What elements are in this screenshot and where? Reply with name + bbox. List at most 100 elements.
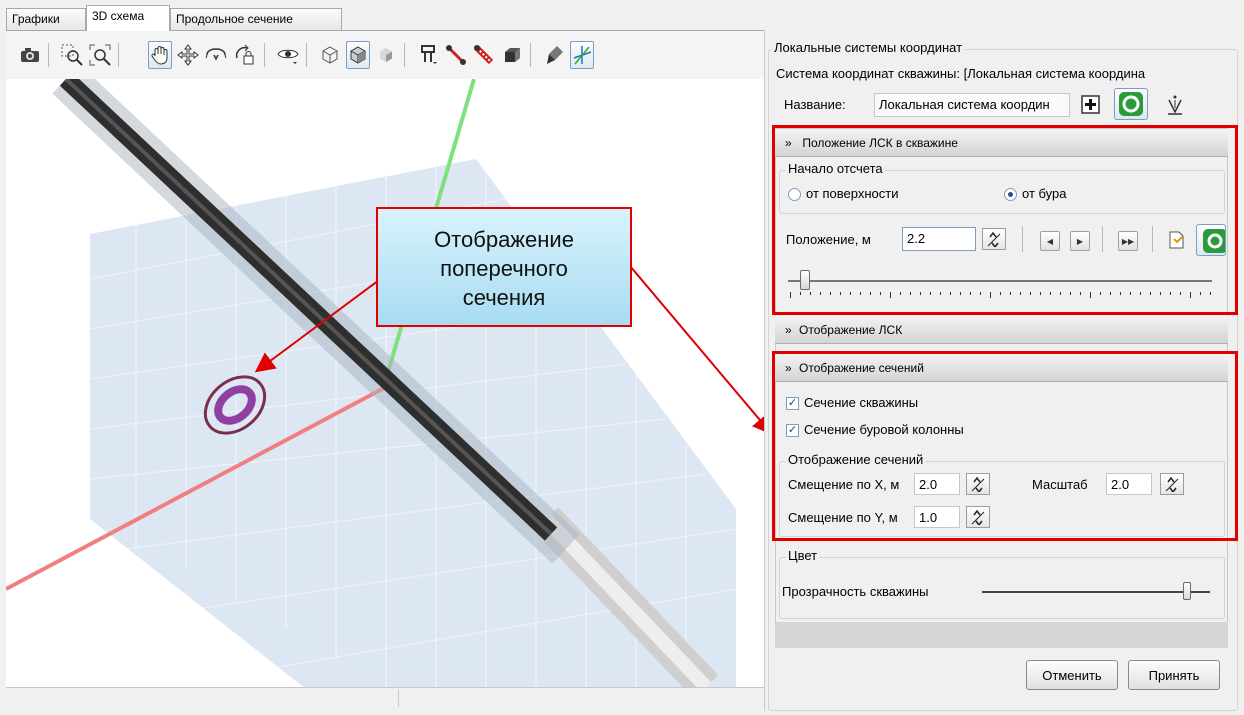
panel-filler — [775, 622, 1228, 648]
position-slider-ticks — [790, 292, 1211, 300]
radio-bit-label: от бура — [1022, 186, 1067, 201]
slider-tick — [970, 292, 971, 295]
slider-tick — [1000, 292, 1001, 295]
callout-box: Отображение поперечного сечения — [376, 207, 632, 327]
offset-y-field[interactable]: 1.0 — [914, 506, 960, 528]
transparency-label: Прозрачность скважины — [782, 584, 929, 599]
sections-subgroup-title: Отображение сечений — [786, 452, 926, 467]
slider-tick — [820, 292, 821, 295]
slider-tick — [880, 292, 881, 295]
collapse-chevron-icon: » — [785, 136, 792, 150]
slider-tick — [910, 292, 911, 295]
add-icon[interactable] — [1080, 94, 1102, 116]
slider-tick — [1080, 292, 1081, 295]
slider-tick — [1170, 292, 1171, 295]
scale-label: Масштаб — [1032, 477, 1088, 492]
position-section-title: Положение ЛСК в скважине — [802, 136, 958, 150]
slider-tick — [840, 292, 841, 295]
offset-x-spinner-icon[interactable] — [966, 473, 990, 495]
slider-tick — [1180, 292, 1181, 295]
slider-tick — [1190, 292, 1191, 298]
sections-subgroup — [779, 461, 1225, 537]
step-back-icon[interactable]: ◀ — [1040, 231, 1060, 251]
radio-bit[interactable] — [1004, 188, 1017, 201]
scale-spinner-icon[interactable] — [1160, 473, 1184, 495]
position-field[interactable]: 2.2 — [902, 227, 976, 251]
slider-tick — [930, 292, 931, 295]
slider-tick — [1030, 292, 1031, 295]
name-label: Название: — [784, 97, 846, 112]
slider-tick — [1040, 292, 1041, 295]
well-section-label: Сечение скважины — [804, 395, 919, 410]
slider-tick — [1070, 292, 1071, 295]
drill-section-checkbox[interactable]: ✓ — [786, 424, 799, 437]
slider-tick — [850, 292, 851, 295]
sections-display-section-header[interactable]: » Отображение сечений — [775, 354, 1228, 382]
slider-tick — [1020, 292, 1021, 295]
slider-tick — [1150, 292, 1151, 295]
refresh-position-icon[interactable] — [1196, 224, 1226, 256]
slider-tick — [1120, 292, 1121, 295]
expand-chevron-icon: » — [785, 323, 792, 337]
radio-surface[interactable] — [788, 188, 801, 201]
transparency-slider-thumb[interactable] — [1183, 582, 1192, 600]
slider-tick — [890, 292, 891, 298]
slider-tick — [940, 292, 941, 295]
lsk-display-section-header[interactable]: » Отображение ЛСК — [775, 316, 1228, 344]
slider-tick — [1090, 292, 1091, 298]
transparency-slider-track[interactable] — [982, 591, 1210, 593]
lsk-display-title: Отображение ЛСК — [799, 323, 903, 337]
system-label: Система координат скважины: [Локальная с… — [776, 66, 1146, 81]
slider-tick — [1050, 292, 1051, 295]
callout-line-2: поперечного — [440, 256, 568, 281]
color-group-title: Цвет — [786, 548, 820, 563]
position-label: Положение, м — [786, 232, 871, 247]
collapse-chevron-icon: » — [785, 361, 792, 375]
sections-display-title: Отображение сечений — [799, 361, 924, 375]
cancel-button[interactable]: Отменить — [1026, 660, 1118, 690]
fast-forward-icon[interactable]: ▶▶ — [1118, 231, 1138, 251]
slider-tick — [950, 292, 951, 295]
well-section-checkbox[interactable]: ✓ — [786, 397, 799, 410]
pin-down-icon[interactable] — [1164, 94, 1186, 116]
accept-button[interactable]: Принять — [1128, 660, 1220, 690]
slider-tick — [1200, 292, 1201, 295]
drill-section-label: Сечение буровой колонны — [804, 422, 964, 437]
offset-x-field[interactable]: 2.0 — [914, 473, 960, 495]
refresh-icon[interactable] — [1114, 88, 1148, 120]
origin-group-title: Начало отсчета — [786, 161, 885, 176]
callout-line-1: Отображение — [434, 227, 574, 252]
slider-tick — [860, 292, 861, 295]
step-forward-icon[interactable]: ▶ — [1070, 231, 1090, 251]
callout-line-3: сечения — [462, 285, 546, 310]
slider-tick — [810, 292, 811, 295]
slider-tick — [1110, 292, 1111, 295]
separator — [1102, 226, 1103, 252]
tab-3d-scheme[interactable]: 3D схема — [86, 5, 170, 31]
slider-tick — [980, 292, 981, 295]
offset-y-spinner-icon[interactable] — [966, 506, 990, 528]
radio-surface-label: от поверхности — [806, 186, 899, 201]
separator — [1152, 226, 1153, 252]
position-slider-thumb[interactable] — [799, 270, 810, 290]
slider-tick — [1060, 292, 1061, 295]
slider-tick — [960, 292, 961, 295]
position-spinner-icon[interactable] — [982, 228, 1006, 250]
slider-tick — [1140, 292, 1141, 295]
document-icon[interactable] — [1166, 230, 1186, 250]
slider-tick — [1010, 292, 1011, 295]
scale-field[interactable]: 2.0 — [1106, 473, 1152, 495]
slider-tick — [1160, 292, 1161, 295]
slider-tick — [830, 292, 831, 295]
position-slider-track[interactable] — [788, 280, 1212, 282]
slider-tick — [790, 292, 791, 298]
slider-tick — [990, 292, 991, 298]
offset-x-label: Смещение по X, м — [788, 477, 900, 492]
position-section-header[interactable]: » Положение ЛСК в скважине — [775, 129, 1228, 157]
slider-tick — [1210, 292, 1211, 295]
slider-tick — [870, 292, 871, 295]
name-field[interactable]: Локальная система координ — [874, 93, 1070, 117]
slider-tick — [900, 292, 901, 295]
slider-tick — [920, 292, 921, 295]
separator — [1022, 226, 1023, 252]
